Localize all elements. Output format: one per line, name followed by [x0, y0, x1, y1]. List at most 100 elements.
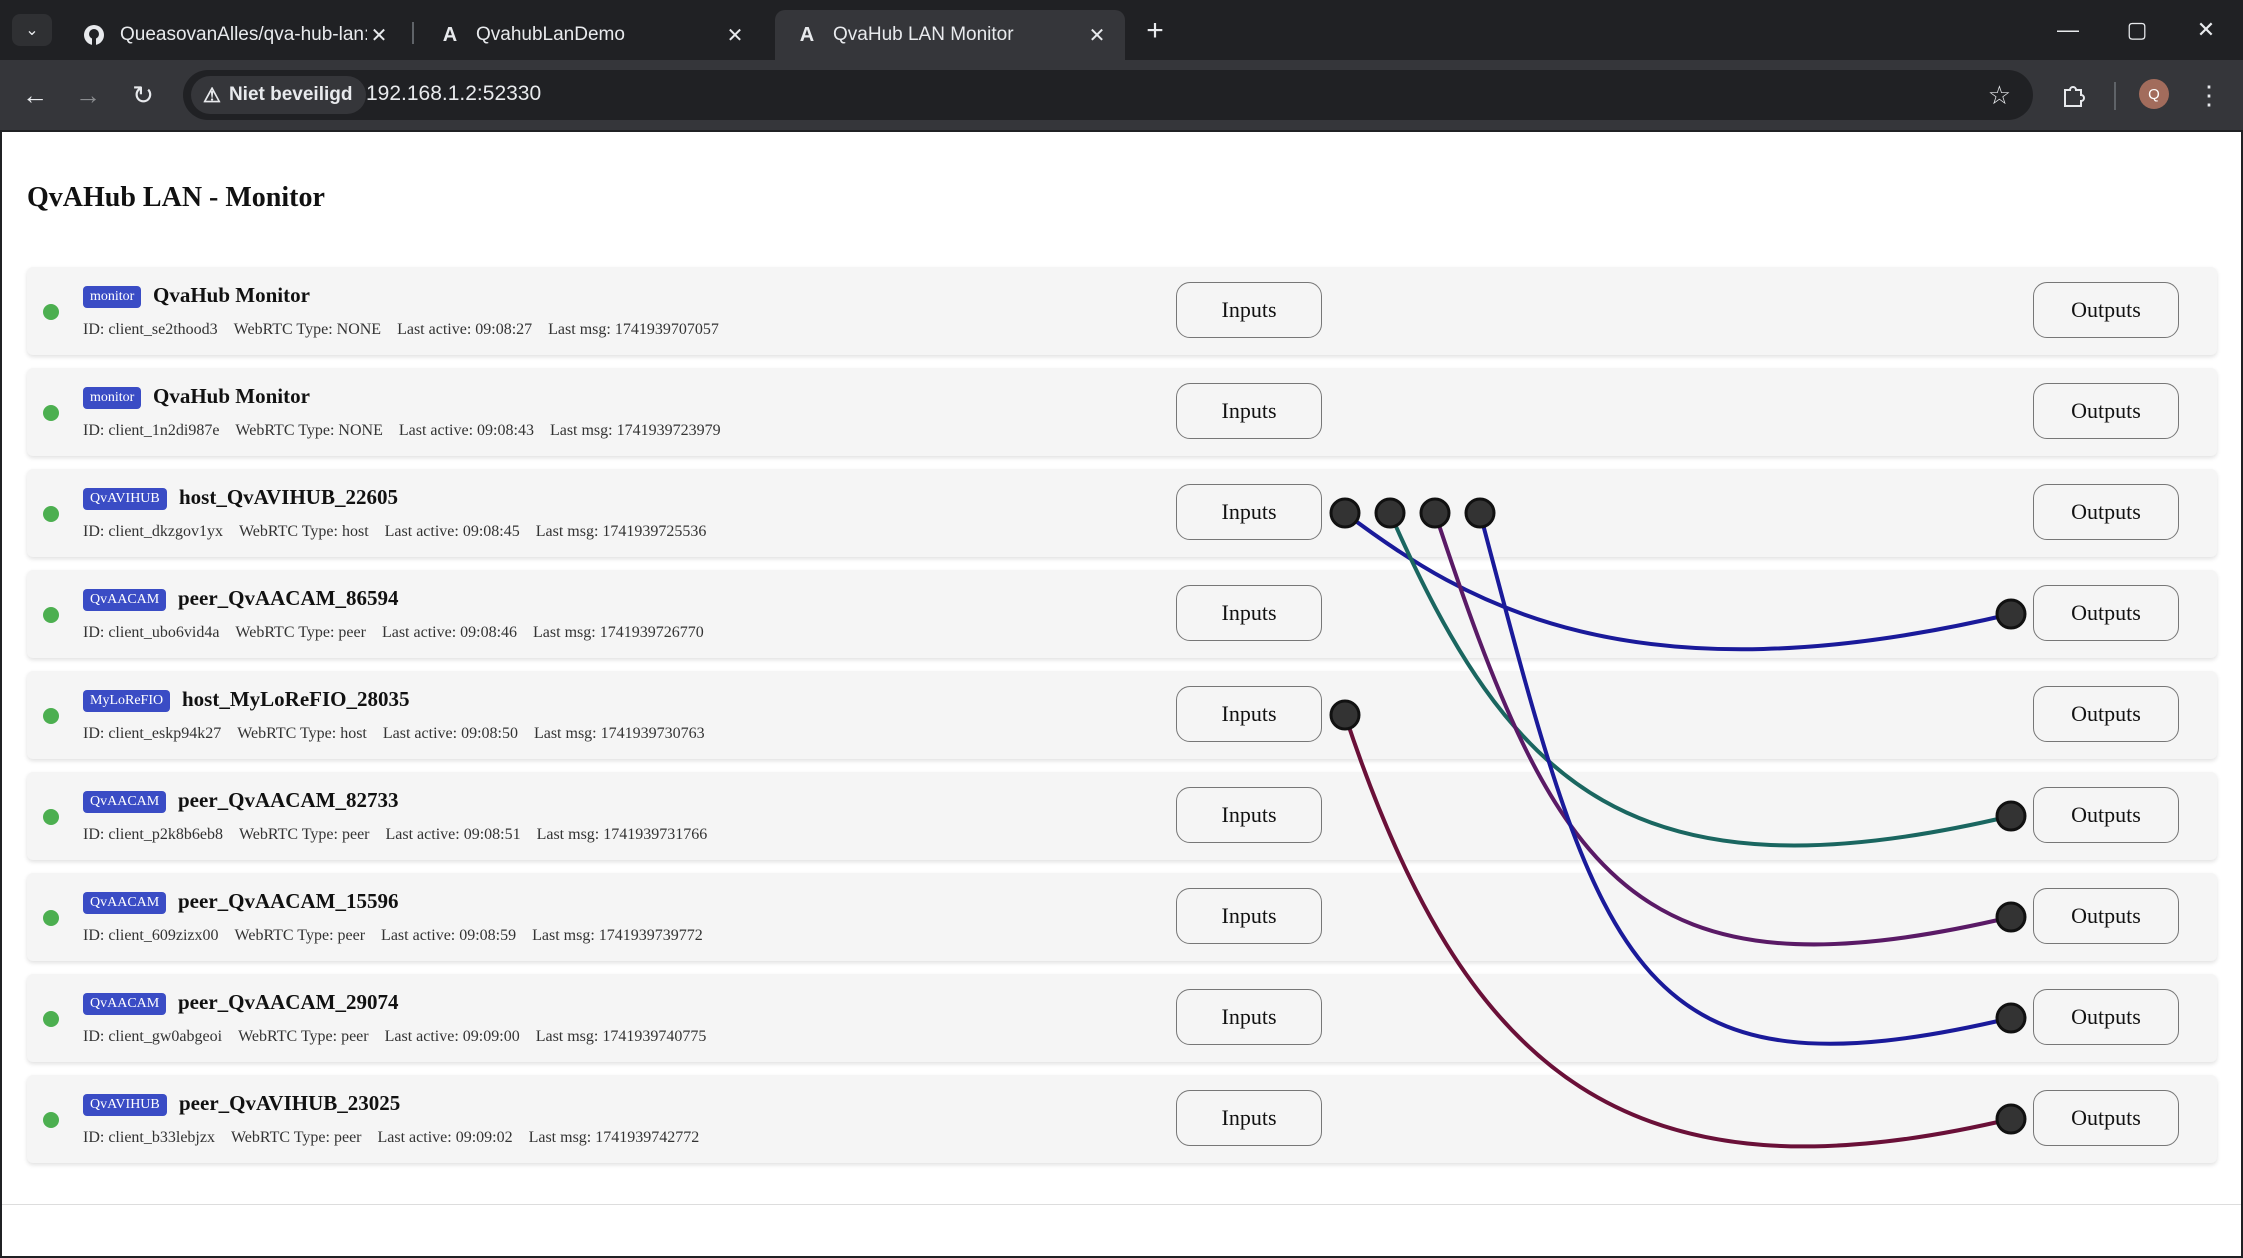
inputs-button[interactable]: Inputs	[1176, 282, 1322, 338]
outputs-button[interactable]: Outputs	[2033, 888, 2179, 944]
browser-menu-button[interactable]: ⋮	[2195, 77, 2223, 113]
last-active: Last active: 09:08:27	[397, 321, 532, 338]
url-text[interactable]: 192.168.1.2:52330	[366, 82, 541, 106]
last-active: Last active: 09:08:46	[382, 624, 517, 641]
inputs-button[interactable]: Inputs	[1176, 989, 1322, 1045]
close-window-button[interactable]: ✕	[2184, 12, 2228, 48]
client-type-badge: QvAACAM	[83, 892, 167, 914]
client-row: monitor QvaHub Monitor ID: client_se2thood…	[27, 267, 2217, 355]
client-id-value: client_b33lebjzx	[108, 1129, 215, 1146]
client-id-value: client_609zizx00	[108, 927, 219, 944]
last-active-value: 09:08:27	[475, 321, 533, 338]
last-msg: Last msg: 1741939726770	[533, 624, 704, 641]
last-msg-value: 1741939740775	[602, 1028, 707, 1045]
webrtc-type-label: WebRTC Type:	[238, 1028, 338, 1045]
tab-search-button[interactable]: ⌄	[12, 14, 52, 46]
last-msg-value: 1741939725536	[602, 523, 707, 540]
extensions-button[interactable]	[2056, 77, 2092, 113]
client-row: QvAACAM peer_QvAACAM_15596 ID: client_609z…	[27, 873, 2217, 961]
inputs-button[interactable]: Inputs	[1176, 484, 1322, 540]
webrtc-type-label: WebRTC Type:	[233, 321, 333, 338]
new-tab-button[interactable]: +	[1138, 14, 1172, 48]
webrtc-type: WebRTC Type: peer	[231, 1129, 362, 1146]
close-icon[interactable]: ✕	[367, 23, 391, 47]
last-msg: Last msg: 1741939730763	[534, 725, 705, 742]
tab-qvahublandemo[interactable]: A QvahubLanDemo ✕	[418, 10, 763, 60]
forward-button[interactable]: →	[70, 77, 106, 113]
webrtc-type-label: WebRTC Type:	[238, 523, 338, 540]
outputs-button[interactable]: Outputs	[2033, 383, 2179, 439]
outputs-button[interactable]: Outputs	[2033, 282, 2179, 338]
client-id: ID: client_dkzgov1yx	[83, 523, 223, 540]
last-msg-value: 1741939723979	[616, 422, 721, 439]
address-bar[interactable]: ⚠ Niet beveiligd 192.168.1.2:52330 ☆	[183, 70, 2033, 120]
outputs-button[interactable]: Outputs	[2033, 686, 2179, 742]
last-msg-label: Last msg:	[549, 422, 613, 439]
webrtc-type: WebRTC Type: peer	[239, 826, 370, 843]
last-msg: Last msg: 1741939707057	[548, 321, 719, 338]
last-msg: Last msg: 1741939740775	[536, 1028, 707, 1045]
status-dot	[43, 405, 59, 421]
close-icon[interactable]: ✕	[723, 23, 747, 47]
last-msg-value: 1741939730763	[600, 725, 705, 742]
last-msg-value: 1741939742772	[595, 1129, 700, 1146]
client-id-label: ID:	[83, 927, 105, 944]
tab-qvahub-lan-monitor[interactable]: A QvaHub LAN Monitor ✕	[775, 10, 1125, 60]
outputs-button[interactable]: Outputs	[2033, 484, 2179, 540]
page-content: QvAHub LAN - Monitor monitor QvaHub Monit…	[2, 132, 2241, 1256]
status-dot	[43, 1112, 59, 1128]
client-id-label: ID:	[83, 321, 105, 338]
webrtc-type-label: WebRTC Type:	[235, 624, 335, 641]
inputs-button[interactable]: Inputs	[1176, 888, 1322, 944]
inputs-button[interactable]: Inputs	[1176, 787, 1322, 843]
angular-icon: A	[442, 23, 458, 46]
last-active-label: Last active:	[382, 725, 458, 742]
profile-avatar[interactable]: Q	[2139, 79, 2169, 109]
client-meta: ID: client_eskp94k27 WebRTC Type: host Las…	[83, 725, 721, 743]
webrtc-type-value: peer	[338, 624, 366, 641]
client-name: peer_QvAACAM_82733	[178, 788, 399, 812]
reload-button[interactable]: ↻	[125, 77, 161, 113]
last-active-label: Last active:	[384, 1028, 459, 1045]
client-row: QvAACAM peer_QvAACAM_29074 ID: client_gw0a…	[27, 974, 2217, 1062]
status-dot	[43, 1011, 59, 1027]
minimize-button[interactable]: —	[2046, 12, 2090, 48]
webrtc-type-value: NONE	[336, 321, 382, 338]
last-active-label: Last active:	[398, 422, 474, 439]
webrtc-type-value: peer	[337, 927, 366, 944]
webrtc-type-label: WebRTC Type:	[230, 1129, 330, 1146]
outputs-button[interactable]: Outputs	[2033, 989, 2179, 1045]
client-id-value: client_eskp94k27	[108, 725, 222, 742]
client-id: ID: client_ubo6vid4a	[83, 624, 219, 641]
client-id-label: ID:	[83, 523, 105, 540]
client-row: QvAVIHUB peer_QvAVIHUB_23025 ID: client_b3…	[27, 1075, 2217, 1163]
client-id-value: client_ubo6vid4a	[108, 624, 220, 641]
inputs-button[interactable]: Inputs	[1176, 383, 1322, 439]
outputs-button[interactable]: Outputs	[2033, 787, 2179, 843]
security-chip[interactable]: ⚠ Niet beveiligd	[191, 76, 367, 114]
webrtc-type-value: host	[340, 725, 367, 742]
toolbar-separator	[2114, 82, 2116, 110]
last-active-value: 09:08:59	[459, 927, 517, 944]
inputs-button[interactable]: Inputs	[1176, 686, 1322, 742]
client-row: MyLoReFIO host_MyLoReFIO_28035 ID: client_…	[27, 671, 2217, 759]
back-button[interactable]: ←	[17, 77, 53, 113]
client-id-label: ID:	[83, 826, 105, 843]
client-name: QvaHub Monitor	[153, 384, 310, 408]
last-msg-value: 1741939739772	[598, 927, 703, 944]
status-dot	[43, 304, 59, 320]
outputs-button[interactable]: Outputs	[2033, 1090, 2179, 1146]
last-msg-value: 1741939707057	[614, 321, 719, 338]
puzzle-icon	[2064, 86, 2085, 107]
last-msg: Last msg: 1741939725536	[536, 523, 707, 540]
star-icon[interactable]: ☆	[1988, 80, 2011, 111]
inputs-button[interactable]: Inputs	[1176, 1090, 1322, 1146]
maximize-button[interactable]: ▢	[2115, 12, 2159, 48]
client-meta: ID: client_b33lebjzx WebRTC Type: peer Las…	[83, 1129, 715, 1147]
close-icon[interactable]: ✕	[1085, 23, 1109, 47]
tab-github[interactable]: QueasovanAlles/qva-hub-lan: W ✕	[62, 10, 407, 60]
inputs-button[interactable]: Inputs	[1176, 585, 1322, 641]
last-msg-label: Last msg:	[536, 826, 600, 843]
outputs-button[interactable]: Outputs	[2033, 585, 2179, 641]
last-active-label: Last active:	[381, 624, 457, 641]
